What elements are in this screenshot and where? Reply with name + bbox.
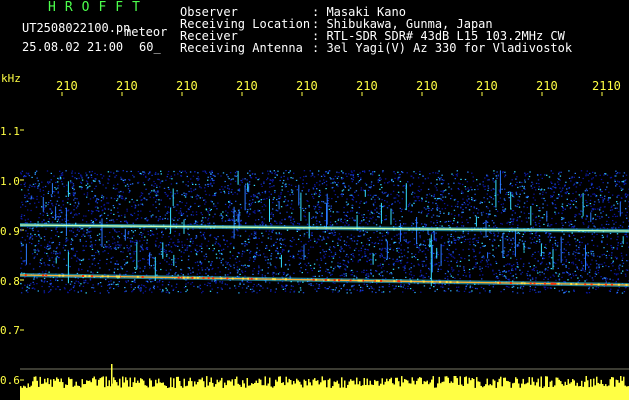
app-title: HROFFT [48, 0, 149, 15]
filename-label: UT2508022100.pn [22, 21, 131, 35]
datetime-label: 25.08.02 21:00 [22, 40, 124, 54]
freq-label: 1.1 [0, 125, 20, 138]
unit-label: kHz [1, 72, 21, 85]
mode-label: meteor [124, 25, 168, 39]
axis-ticks [20, 92, 629, 381]
freq-label: 0.8 [0, 275, 20, 288]
spectrogram [20, 92, 629, 400]
freq-label: 1.0 [0, 175, 20, 188]
freq-label: 0.7 [0, 324, 20, 337]
freq-label: 0.6 [0, 374, 20, 387]
signal-traces [20, 223, 629, 287]
antenna-label: Receiving Antenna [180, 41, 303, 55]
antenna-value: : 3el Yagi(V) Az 330 for Vladivostok [312, 41, 573, 55]
freq-label: 0.9 [0, 225, 20, 238]
interval-label: 60_ [139, 40, 161, 54]
